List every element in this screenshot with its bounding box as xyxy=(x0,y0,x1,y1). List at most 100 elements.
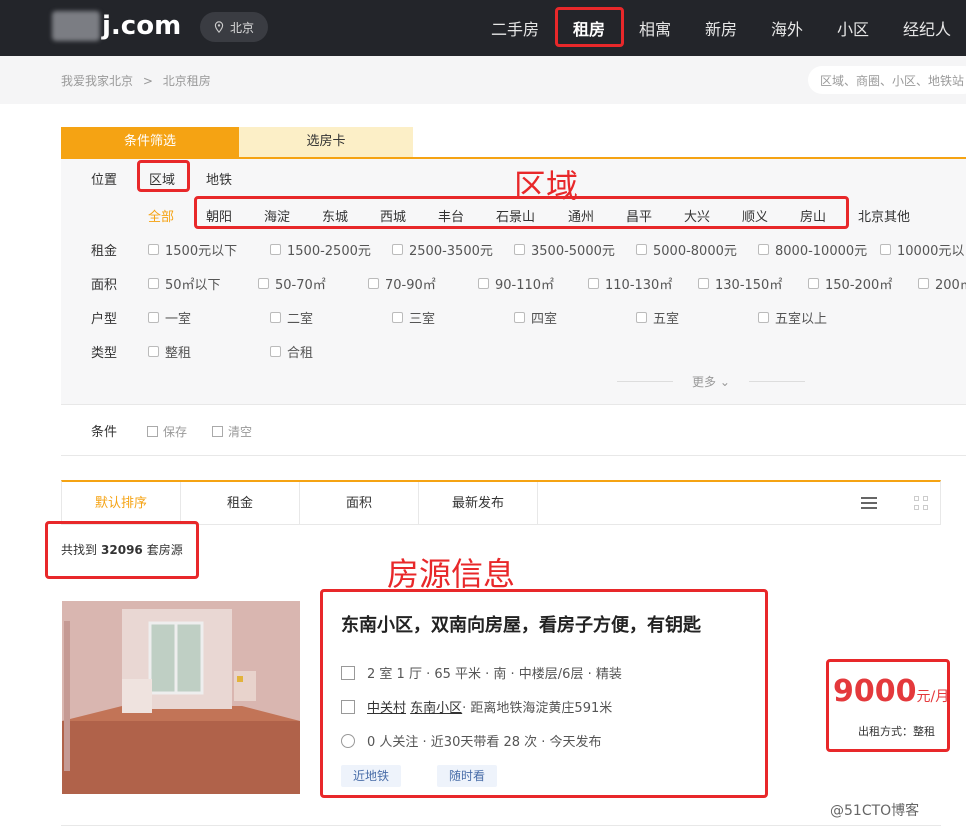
chevron-down-icon: ⌄ xyxy=(719,375,730,389)
checkbox-icon xyxy=(148,346,159,357)
position-label: 位置 xyxy=(91,173,118,188)
nav-xiaoqu[interactable]: 小区 xyxy=(837,16,869,40)
area-option[interactable]: 50-70㎡ xyxy=(258,274,326,293)
watermark: @51CTO博客 xyxy=(830,803,920,819)
area-option[interactable]: 50㎡以下 xyxy=(148,274,221,293)
condition-bar: 条件 保存 清空 xyxy=(61,404,966,456)
sort-bar: 默认排序 租金 面积 最新发布 xyxy=(61,480,941,525)
rent-option[interactable]: 8000-10000元 xyxy=(758,240,867,259)
checkbox-icon xyxy=(758,312,769,323)
tab-subway[interactable]: 地铁 xyxy=(206,169,232,188)
logo-blurred-mark xyxy=(52,11,100,41)
annotation-label-region: 区域 xyxy=(514,167,579,205)
area-option[interactable]: 90-110㎡ xyxy=(478,274,554,293)
checkbox-icon xyxy=(514,244,525,255)
checkbox-icon xyxy=(636,244,647,255)
grid-view-icon[interactable] xyxy=(914,496,928,510)
checkbox-icon xyxy=(808,278,819,289)
rent-option[interactable]: 3500-5000元 xyxy=(514,240,615,259)
breadcrumb-home[interactable]: 我爱我家北京 xyxy=(61,74,133,88)
sort-area[interactable]: 面积 xyxy=(300,482,419,525)
sort-latest[interactable]: 最新发布 xyxy=(419,482,538,525)
checkbox-icon xyxy=(368,278,379,289)
nav-jingjiren[interactable]: 经纪人 xyxy=(903,16,951,40)
clear-button[interactable]: 清空 xyxy=(212,423,252,440)
checkbox-icon xyxy=(258,278,269,289)
annotation-box-region-tab xyxy=(137,160,190,192)
checkbox-icon xyxy=(148,244,159,255)
room-photo-illustration xyxy=(62,601,300,794)
area-option[interactable]: 130-150㎡ xyxy=(698,274,782,293)
layout-option[interactable]: 四室 xyxy=(514,308,557,327)
search-input[interactable]: 区域、商圈、小区、地铁站 xyxy=(808,66,966,94)
type-option[interactable]: 整租 xyxy=(148,342,191,361)
checkbox-icon xyxy=(636,312,647,323)
checkbox-icon xyxy=(392,244,403,255)
sort-rent[interactable]: 租金 xyxy=(181,482,300,525)
nav-haiwai[interactable]: 海外 xyxy=(771,16,803,40)
sort-default[interactable]: 默认排序 xyxy=(62,482,181,525)
area-option[interactable]: 150-200㎡ xyxy=(808,274,892,293)
annotation-box-price xyxy=(826,659,950,752)
rent-option[interactable]: 10000元以 xyxy=(880,240,964,259)
nav-xiangyu[interactable]: 相寓 xyxy=(639,16,671,40)
tab-house-card[interactable]: 选房卡 xyxy=(239,127,413,157)
district-all[interactable]: 全部 xyxy=(148,206,174,225)
city-selector[interactable]: 北京 xyxy=(200,12,269,42)
trash-icon xyxy=(212,426,223,437)
area-label: 面积 xyxy=(91,278,118,293)
layout-label: 户型 xyxy=(91,312,118,327)
annotation-box-count xyxy=(45,521,199,579)
breadcrumb-current[interactable]: 北京租房 xyxy=(163,74,211,88)
layout-option[interactable]: 二室 xyxy=(270,308,313,327)
rent-option[interactable]: 1500元以下 xyxy=(148,240,237,259)
checkbox-icon xyxy=(148,278,159,289)
top-nav-bar: j.com 北京 二手房 租房 相寓 新房 海外 小区 经纪人 xyxy=(0,0,966,56)
save-icon xyxy=(147,426,158,437)
checkbox-icon xyxy=(880,244,891,255)
area-option[interactable]: 110-130㎡ xyxy=(588,274,672,293)
checkbox-icon xyxy=(698,278,709,289)
save-button[interactable]: 保存 xyxy=(147,423,187,440)
nav-xinfang[interactable]: 新房 xyxy=(705,16,737,40)
list-view-icon[interactable] xyxy=(861,497,877,509)
filter-tabs: 条件筛选 选房卡 xyxy=(61,127,966,157)
annotation-box-listing xyxy=(320,589,768,798)
type-option[interactable]: 合租 xyxy=(270,342,313,361)
checkbox-icon xyxy=(918,278,929,289)
listing-photo[interactable] xyxy=(62,601,300,794)
layout-option[interactable]: 一室 xyxy=(148,308,191,327)
checkbox-icon xyxy=(270,244,281,255)
area-option[interactable]: 70-90㎡ xyxy=(368,274,436,293)
area-option[interactable]: 200㎡ xyxy=(918,274,966,293)
location-pin-icon xyxy=(214,21,224,33)
more-filters-toggle[interactable]: 更多 ⌄ xyxy=(617,373,805,390)
logo-text: j.com xyxy=(102,11,182,41)
layout-option[interactable]: 三室 xyxy=(392,308,435,327)
rent-option[interactable]: 1500-2500元 xyxy=(270,240,371,259)
layout-option[interactable]: 五室 xyxy=(636,308,679,327)
site-logo[interactable]: j.com xyxy=(52,6,181,46)
checkbox-icon xyxy=(270,312,281,323)
checkbox-icon xyxy=(392,312,403,323)
annotation-box-nav xyxy=(555,7,624,47)
layout-option[interactable]: 五室以上 xyxy=(758,308,827,327)
checkbox-icon xyxy=(148,312,159,323)
checkbox-icon xyxy=(478,278,489,289)
rent-option[interactable]: 5000-8000元 xyxy=(636,240,737,259)
breadcrumb: 我爱我家北京 > 北京租房 xyxy=(61,72,217,89)
checkbox-icon xyxy=(758,244,769,255)
type-label: 类型 xyxy=(91,346,118,361)
tab-condition-filter[interactable]: 条件筛选 xyxy=(61,127,239,157)
checkbox-icon xyxy=(514,312,525,323)
breadcrumb-bar: 我爱我家北京 > 北京租房 区域、商圈、小区、地铁站 xyxy=(0,56,966,104)
listing-divider xyxy=(61,825,941,826)
district-other[interactable]: 北京其他 xyxy=(858,206,910,225)
nav-ershoufang[interactable]: 二手房 xyxy=(491,16,539,40)
condition-label: 条件 xyxy=(91,425,118,440)
rent-label: 租金 xyxy=(91,244,118,259)
rent-option[interactable]: 2500-3500元 xyxy=(392,240,493,259)
checkbox-icon xyxy=(588,278,599,289)
breadcrumb-separator: > xyxy=(142,74,153,88)
checkbox-icon xyxy=(270,346,281,357)
